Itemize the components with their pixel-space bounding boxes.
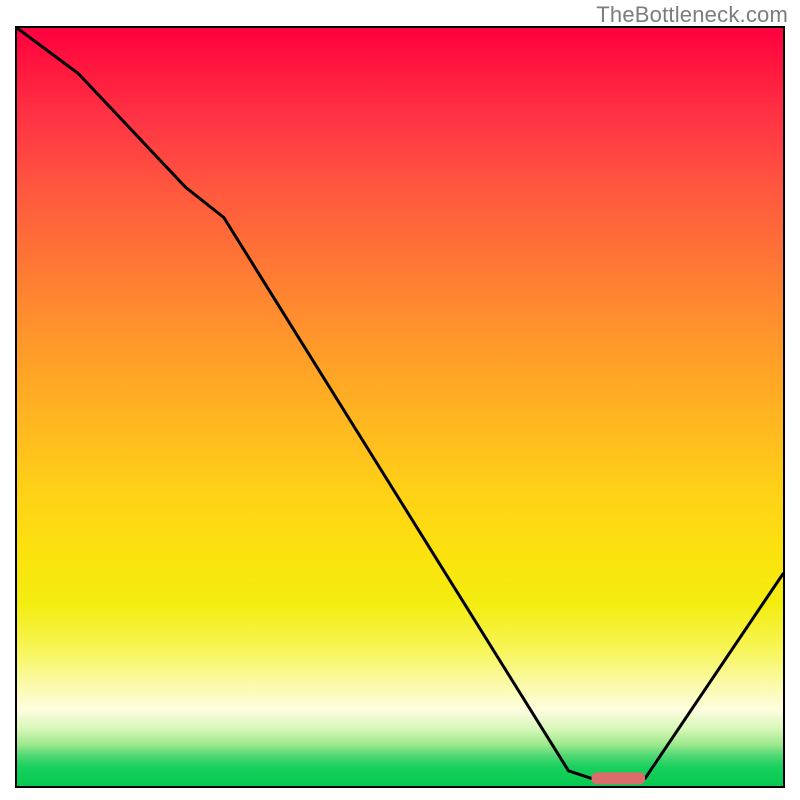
plot-frame bbox=[15, 26, 785, 788]
watermark-text: TheBottleneck.com bbox=[596, 2, 788, 28]
chart-svg bbox=[17, 28, 783, 786]
chart-container: TheBottleneck.com bbox=[0, 0, 800, 800]
bottleneck-curve bbox=[17, 28, 783, 778]
optimal-marker bbox=[592, 772, 646, 784]
